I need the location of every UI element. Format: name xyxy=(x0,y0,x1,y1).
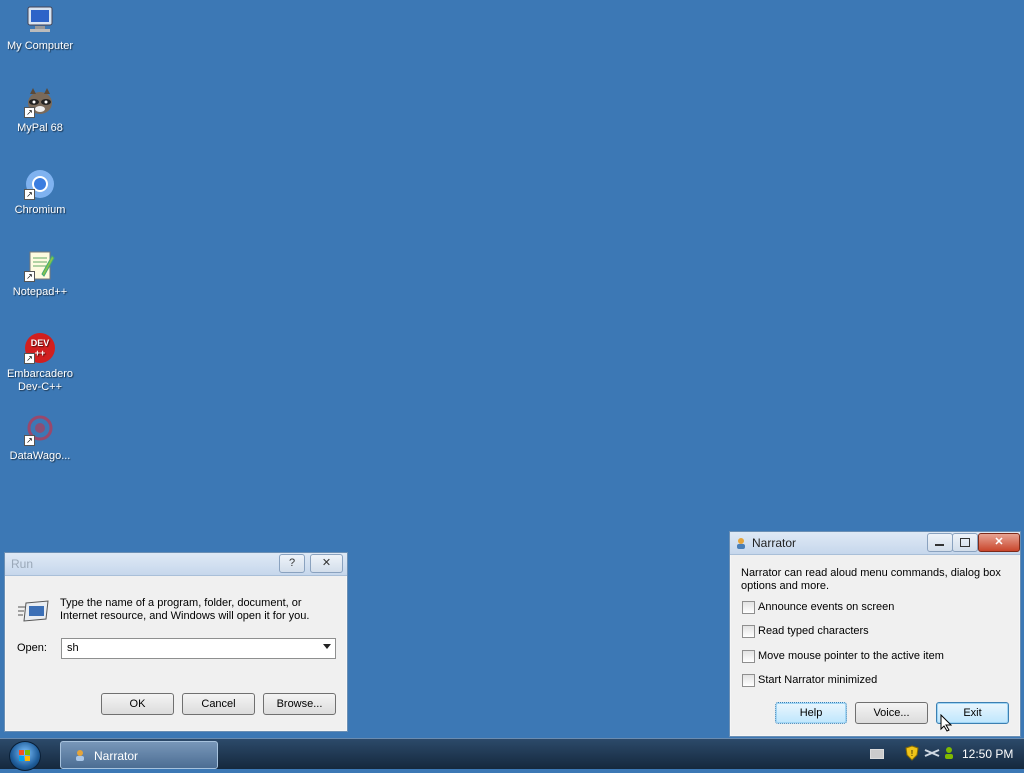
devcpp-icon: DEV ++ ↗ xyxy=(24,332,56,364)
shortcut-arrow-icon: ↗ xyxy=(24,353,35,364)
narrator-icon xyxy=(734,536,748,550)
close-button[interactable]: ✕ xyxy=(310,554,343,573)
move-pointer-checkbox[interactable] xyxy=(742,650,755,663)
desktop-icon-devcpp[interactable]: DEV ++ ↗ Embarcadero Dev-C++ xyxy=(1,332,79,394)
narrator-icon xyxy=(73,748,87,762)
run-title: Run xyxy=(11,557,34,571)
run-titlebar[interactable]: Run ? ✕ xyxy=(5,553,347,576)
narrator-description: Narrator can read aloud menu commands, d… xyxy=(741,567,1001,592)
notepad-icon: ↗ xyxy=(24,250,56,282)
maximize-icon xyxy=(960,538,970,547)
taskbar-item-narrator[interactable]: Narrator xyxy=(60,741,218,769)
desktop-icon-chromium[interactable]: ↗ Chromium xyxy=(1,168,79,217)
announce-events-checkbox[interactable] xyxy=(742,601,755,614)
start-minimized-checkbox[interactable] xyxy=(742,674,755,687)
narrator-tray-icon[interactable] xyxy=(942,745,956,764)
shortcut-arrow-icon: ↗ xyxy=(24,435,35,446)
desktop-icon-label: My Computer xyxy=(6,40,74,52)
minimize-icon xyxy=(935,544,944,546)
desktop-icon-label: Notepad++ xyxy=(12,286,68,298)
open-combobox[interactable]: sh xyxy=(61,638,336,659)
desktop-icon-datawagon[interactable]: ↗ DataWago... xyxy=(1,414,79,463)
svg-text:DEV: DEV xyxy=(31,338,50,348)
announce-events-label[interactable]: Announce events on screen xyxy=(758,601,894,613)
shield-icon[interactable]: ! xyxy=(905,745,919,764)
keyboard-icon[interactable] xyxy=(870,749,884,759)
shortcut-arrow-icon: ↗ xyxy=(24,271,35,282)
clock[interactable]: 12:50 PM xyxy=(962,747,1013,761)
taskbar-item-label: Narrator xyxy=(94,749,139,763)
start-minimized-label[interactable]: Start Narrator minimized xyxy=(758,674,877,686)
cancel-button[interactable]: Cancel xyxy=(182,693,255,715)
windows-logo-icon xyxy=(19,750,30,761)
taskbar: Narrator ! 12:50 PM xyxy=(0,738,1024,771)
desktop-icon-notepadpp[interactable]: ↗ Notepad++ xyxy=(1,250,79,299)
close-button[interactable]: ✕ xyxy=(978,533,1020,552)
datawagon-icon: ↗ xyxy=(24,414,56,446)
run-dialog: Run ? ✕ Type the name of a program, fold… xyxy=(4,552,348,732)
move-pointer-label[interactable]: Move mouse pointer to the active item xyxy=(758,650,944,662)
maximize-button[interactable] xyxy=(952,533,978,552)
desktop-icon-my-computer[interactable]: My Computer xyxy=(1,4,79,53)
network-icon[interactable] xyxy=(924,746,940,763)
shortcut-arrow-icon: ↗ xyxy=(24,107,35,118)
run-description: Type the name of a program, folder, docu… xyxy=(60,597,310,622)
desktop-icon-label: MyPal 68 xyxy=(17,122,63,134)
shortcut-arrow-icon: ↗ xyxy=(24,189,35,200)
narrator-window: Narrator ✕ Narrator can read aloud menu … xyxy=(729,531,1021,737)
open-label: Open: xyxy=(17,642,47,654)
desktop-icon-label: Embarcadero Dev-C++ xyxy=(6,368,74,393)
minimize-button[interactable] xyxy=(927,533,953,552)
read-typed-label[interactable]: Read typed characters xyxy=(758,625,869,637)
browse-button[interactable]: Browse... xyxy=(263,693,336,715)
open-input[interactable]: sh xyxy=(67,642,79,654)
raccoon-icon: ↗ xyxy=(24,86,56,118)
read-typed-checkbox[interactable] xyxy=(742,625,755,638)
voice-button[interactable]: Voice... xyxy=(855,702,928,724)
svg-text:++: ++ xyxy=(35,348,46,358)
mouse-cursor-icon xyxy=(940,713,953,732)
ok-button[interactable]: OK xyxy=(101,693,174,715)
desktop-icon-label: Chromium xyxy=(14,204,66,216)
start-button[interactable] xyxy=(9,741,41,771)
computer-icon xyxy=(24,4,56,36)
desktop-icon-mypal[interactable]: ↗ MyPal 68 xyxy=(1,86,79,135)
chromium-icon: ↗ xyxy=(24,168,56,200)
chevron-down-icon[interactable] xyxy=(323,644,331,649)
svg-text:!: ! xyxy=(911,749,913,758)
desktop-icon-label: DataWago... xyxy=(9,450,71,462)
help-button[interactable]: ? xyxy=(279,554,305,573)
narrator-titlebar[interactable]: Narrator ✕ xyxy=(730,532,1020,555)
narrator-title: Narrator xyxy=(752,536,797,550)
run-icon xyxy=(17,599,49,623)
help-button[interactable]: Help xyxy=(775,702,847,724)
